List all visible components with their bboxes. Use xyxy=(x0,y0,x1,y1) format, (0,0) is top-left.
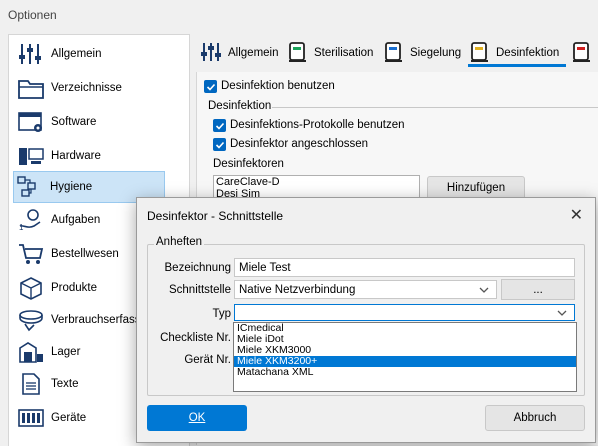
sidebar-item-label: Texte xyxy=(51,378,79,390)
typ-option[interactable]: Matachana XML xyxy=(234,367,576,378)
sidebar-item-label: Produkte xyxy=(51,282,98,294)
sliders-icon xyxy=(200,41,222,66)
consumption-icon xyxy=(15,306,47,334)
devices-icon xyxy=(15,404,47,432)
geraet-label: Gerät Nr. xyxy=(184,354,231,366)
sealer-icon xyxy=(384,41,404,66)
sidebar-item-label: Allgemein xyxy=(51,48,102,60)
list-item[interactable]: CareClave-D xyxy=(214,176,419,188)
sidebar-item-label: Verzeichnisse xyxy=(51,82,122,94)
tab-allgemein[interactable]: Allgemein xyxy=(200,34,279,72)
software-window-icon xyxy=(15,108,47,136)
folder-icon xyxy=(15,74,47,102)
tab-label: Desinfektion xyxy=(496,47,560,59)
typ-option[interactable]: ICmedical xyxy=(234,323,576,334)
checkliste-label: Checkliste Nr. xyxy=(160,332,231,344)
window-title: Optionen xyxy=(8,8,57,22)
product-box-icon xyxy=(15,274,47,302)
anheften-group-label: Anheften xyxy=(154,236,205,248)
bezeichnung-value: Miele Test xyxy=(239,261,291,274)
sterilizer-icon xyxy=(288,41,308,66)
tab-siegelung[interactable]: Siegelung xyxy=(384,34,461,72)
dialog-title: Desinfektor - Schnittstelle xyxy=(147,209,284,223)
chevron-down-icon xyxy=(557,310,567,316)
interface-dialog: Desinfektor - Schnittstelle ✕ Anheften B… xyxy=(136,197,596,443)
schnittstelle-label: Schnittstelle xyxy=(168,284,231,296)
sidebar-item-label: Lager xyxy=(51,346,81,358)
typ-label: Typ xyxy=(212,308,231,320)
schnittstelle-browse-button[interactable]: ... xyxy=(501,279,575,300)
red-device-icon xyxy=(572,41,592,66)
use-disinfection-label: Desinfektion benutzen xyxy=(221,80,335,92)
tab-sterilisation[interactable]: Sterilisation xyxy=(288,34,373,72)
tasks-icon: 1 xyxy=(15,206,47,234)
sidebar-item-label: Hygiene xyxy=(50,181,93,193)
disinfector-connected-checkbox[interactable] xyxy=(213,138,226,151)
sliders-icon xyxy=(15,40,47,68)
bezeichnung-label: Bezeichnung xyxy=(164,262,232,274)
typ-dropdown-list[interactable]: ICmedical Miele iDot Miele XKM3000 Miele… xyxy=(233,322,577,392)
sidebar-item-hardware[interactable]: Hardware xyxy=(15,141,181,171)
use-protocols-label: Desinfektions-Protokolle benutzen xyxy=(230,119,405,131)
chevron-down-icon xyxy=(479,287,489,293)
text-document-icon xyxy=(15,370,47,398)
sidebar-item-software[interactable]: Software xyxy=(15,107,181,137)
sidebar-item-label: Software xyxy=(51,116,97,128)
active-tab-indicator xyxy=(468,64,566,67)
close-icon[interactable]: ✕ xyxy=(570,205,583,225)
bezeichnung-input[interactable]: Miele Test xyxy=(234,258,575,277)
disinfectors-list-label: Desinfektoren xyxy=(213,158,284,170)
cancel-button[interactable]: Abbruch xyxy=(485,405,585,431)
disinfector-connected-label: Desinfektor angeschlossen xyxy=(230,138,369,150)
sidebar-item-label: Hardware xyxy=(51,150,101,162)
tab-label: Allgemein xyxy=(228,47,279,59)
sidebar-item-label: Bestellwesen xyxy=(51,248,119,260)
hygiene-icon xyxy=(14,173,46,201)
disinfection-group-label: Desinfektion xyxy=(208,100,272,112)
typ-select[interactable] xyxy=(234,304,575,321)
sidebar-item-label: Geräte xyxy=(51,412,87,424)
hardware-icon xyxy=(15,142,47,170)
tab-label: Siegelung xyxy=(410,47,462,59)
group-divider xyxy=(272,107,598,108)
svg-text:1: 1 xyxy=(19,223,24,232)
tab-more[interactable] xyxy=(572,34,592,72)
schnittstelle-select[interactable]: Native Netzverbindung xyxy=(234,280,497,299)
sidebar-item-verzeichnisse[interactable]: Verzeichnisse xyxy=(15,73,181,103)
use-disinfection-checkbox[interactable] xyxy=(204,80,217,93)
disinfector-icon xyxy=(470,41,490,66)
tab-label: Sterilisation xyxy=(314,47,374,59)
ok-button[interactable]: OK xyxy=(147,405,247,431)
cart-icon xyxy=(15,240,47,268)
use-protocols-checkbox[interactable] xyxy=(213,119,226,132)
schnittstelle-value: Native Netzverbindung xyxy=(239,283,356,296)
sidebar-item-allgemein[interactable]: Allgemein xyxy=(15,39,181,69)
warehouse-icon xyxy=(15,338,47,366)
sidebar-item-label: Aufgaben xyxy=(51,214,101,226)
